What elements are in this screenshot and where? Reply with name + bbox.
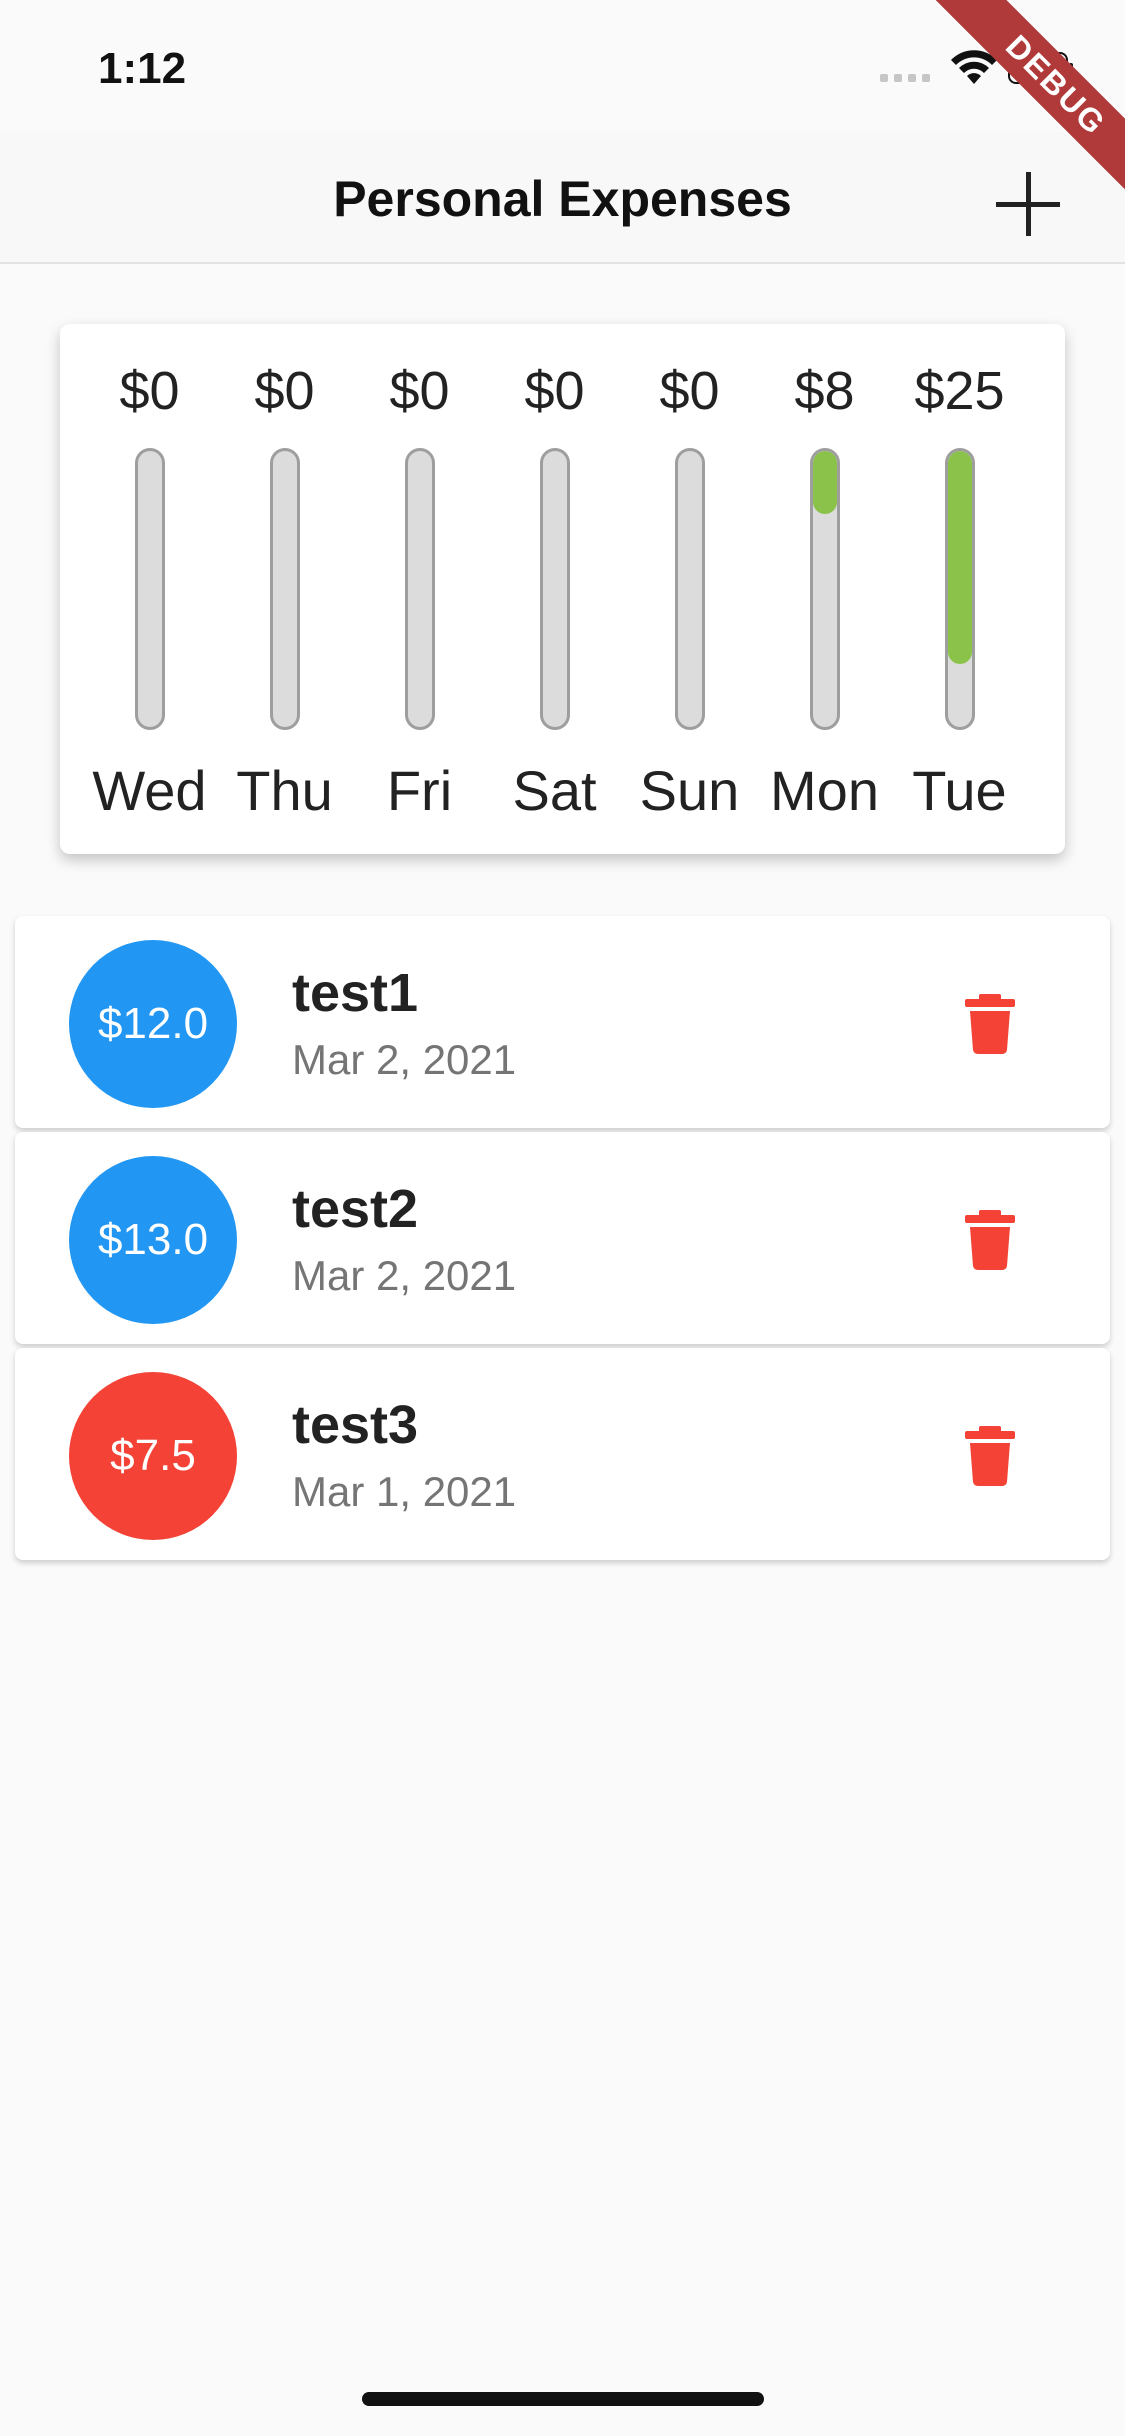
- bar-fill: [812, 451, 837, 515]
- bar-amount-label: $25: [914, 361, 1005, 421]
- transaction-date: Mar 2, 2021: [292, 1252, 517, 1299]
- bar-track: [404, 448, 435, 730]
- transaction-title: test3: [292, 1395, 419, 1455]
- bar-amount-label: $0: [254, 361, 315, 421]
- amount-avatar: $7.5: [69, 1372, 237, 1540]
- chart-bar-sun: $0 Sun: [622, 324, 757, 854]
- bar-track: [944, 448, 975, 730]
- chart-bar-thu: $0 Thu: [217, 324, 352, 854]
- cellular-signal-icon: [880, 74, 930, 82]
- bar-amount-label: $0: [659, 361, 720, 421]
- page-title: Personal Expenses: [333, 171, 792, 227]
- transaction-item: $12.0 test1 Mar 2, 2021: [15, 916, 1110, 1128]
- bar-track: [134, 448, 165, 730]
- chart-bar-sat: $0 Sat: [487, 324, 622, 854]
- transaction-date: Mar 1, 2021: [292, 1468, 517, 1515]
- amount-avatar: $13.0: [69, 1156, 237, 1324]
- bar-track: [539, 448, 570, 730]
- transaction-item: $13.0 test2 Mar 2, 2021: [15, 1132, 1110, 1344]
- bar-day-label: Wed: [92, 759, 207, 822]
- weekly-chart: $0 Wed $0 Thu $0 Fri $0 Sat $0 Sun $8 Mon $25 Tue: [60, 324, 1065, 854]
- transaction-title: test2: [292, 1179, 419, 1239]
- bar-day-label: Mon: [770, 759, 879, 822]
- transaction-title: test1: [292, 963, 419, 1023]
- transaction-item: $7.5 test3 Mar 1, 2021: [15, 1348, 1110, 1560]
- trash-icon[interactable]: [965, 1210, 1015, 1270]
- bar-track: [269, 448, 300, 730]
- chart-bar-mon: $8 Mon: [757, 324, 892, 854]
- trash-icon[interactable]: [965, 1426, 1015, 1486]
- bar-day-label: Fri: [386, 759, 453, 822]
- transaction-date: Mar 2, 2021: [292, 1036, 517, 1083]
- trash-icon[interactable]: [965, 994, 1015, 1054]
- chart-bar-fri: $0 Fri: [352, 324, 487, 854]
- bar-track: [674, 448, 705, 730]
- bar-amount-label: $0: [119, 361, 180, 421]
- bar-day-label: Sat: [512, 759, 597, 822]
- chart-bar-tue: $25 Tue: [892, 324, 1027, 854]
- amount-avatar: $12.0: [69, 940, 237, 1108]
- bar-amount-label: $8: [794, 361, 855, 421]
- bar-day-label: Sun: [639, 759, 740, 822]
- home-indicator[interactable]: [362, 2392, 764, 2406]
- plus-icon[interactable]: [990, 166, 1066, 242]
- bar-amount-label: $0: [524, 361, 585, 421]
- bar-track: [809, 448, 840, 730]
- bar-day-label: Thu: [236, 759, 333, 822]
- chart-bar-wed: $0 Wed: [82, 324, 217, 854]
- bar-amount-label: $0: [389, 361, 450, 421]
- bar-day-label: Tue: [912, 759, 1007, 822]
- bar-fill: [947, 451, 972, 664]
- app-bar: Personal Expenses: [0, 132, 1125, 264]
- status-time: 1:12: [98, 44, 187, 93]
